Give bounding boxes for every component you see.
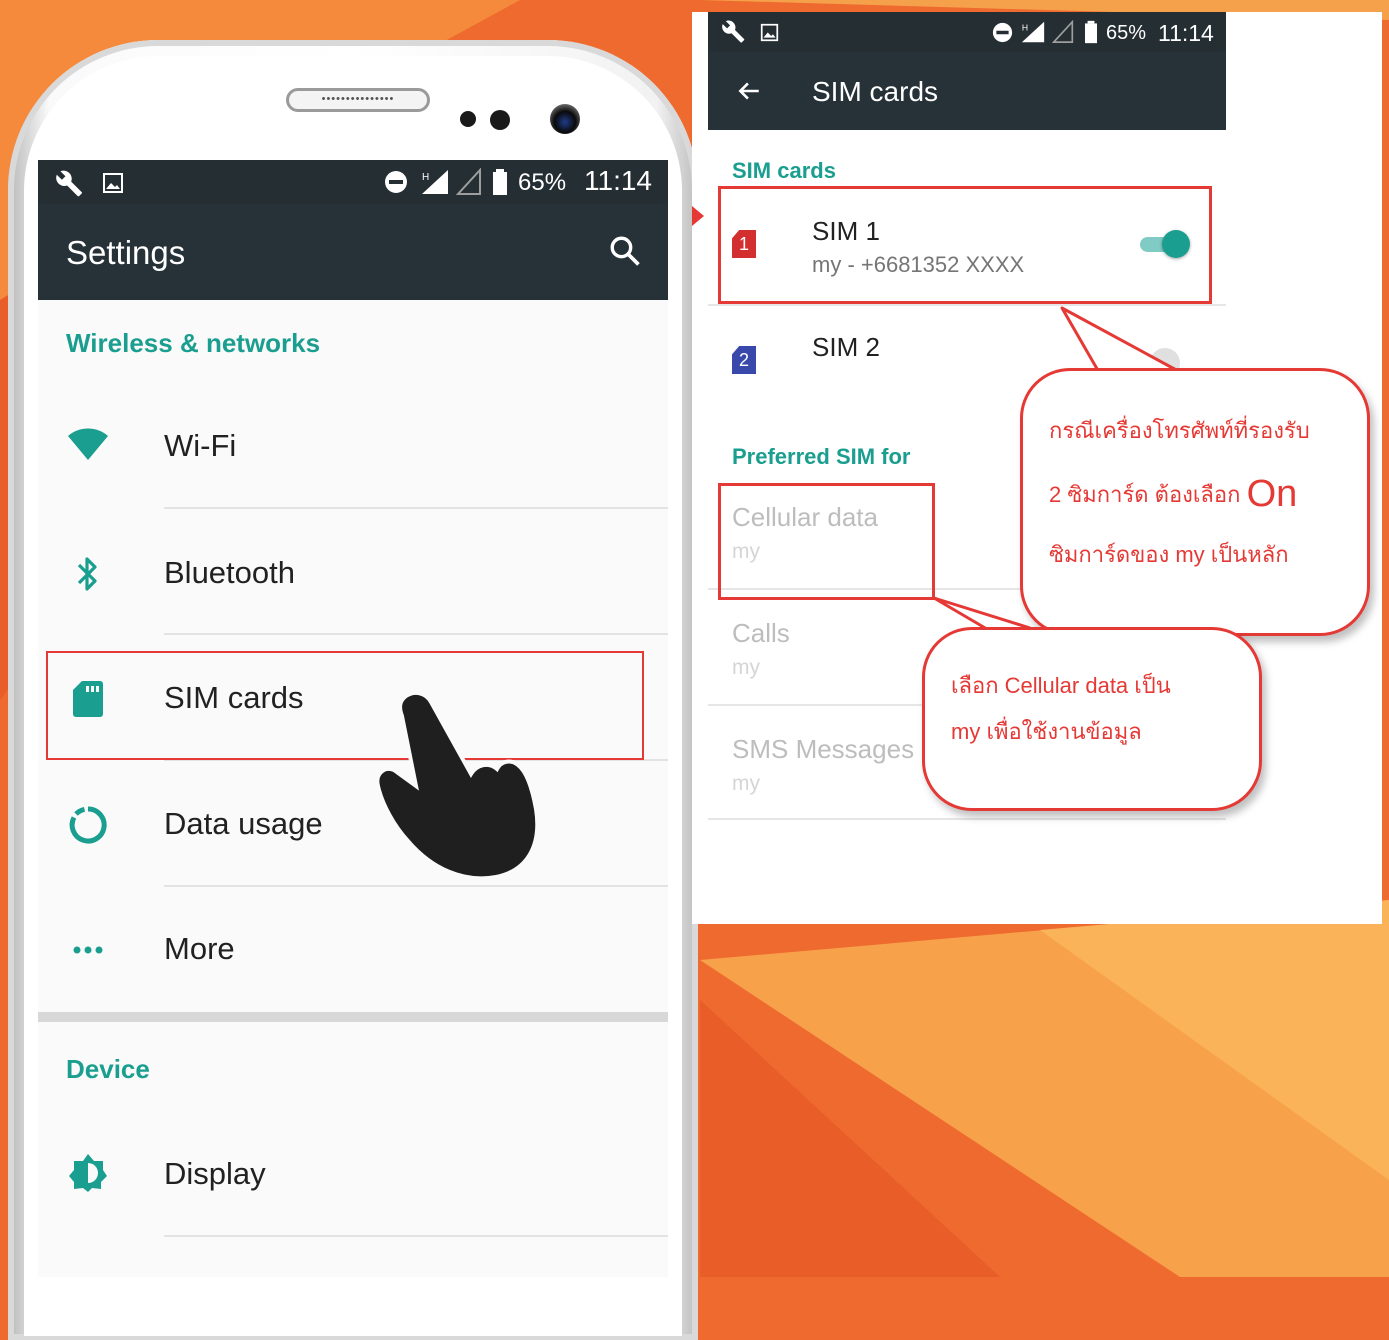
callout-text: เลือก Cellular data เป็น	[951, 673, 1171, 698]
callout-sim-on: กรณีเครื่องโทรศัพท์ที่รองรับ 2 ซิมการ์ด …	[1020, 368, 1370, 636]
callout-text: my เพื่อใช้งานข้อมูล	[951, 719, 1142, 744]
callout-cellular-data: เลือก Cellular data เป็น my เพื่อใช้งานข…	[922, 627, 1262, 811]
callout-text: กรณีเครื่องโทรศัพท์ที่รองรับ	[1049, 418, 1310, 443]
callout-text: ซิมการ์ดของ my เป็นหลัก	[1049, 542, 1289, 567]
callout-text: 2 ซิมการ์ด ต้องเลือก	[1049, 482, 1241, 507]
callout-text: 2 ซิมการ์ด ต้องเลือก On	[1049, 473, 1297, 516]
callout-emphasis: On	[1246, 473, 1298, 515]
